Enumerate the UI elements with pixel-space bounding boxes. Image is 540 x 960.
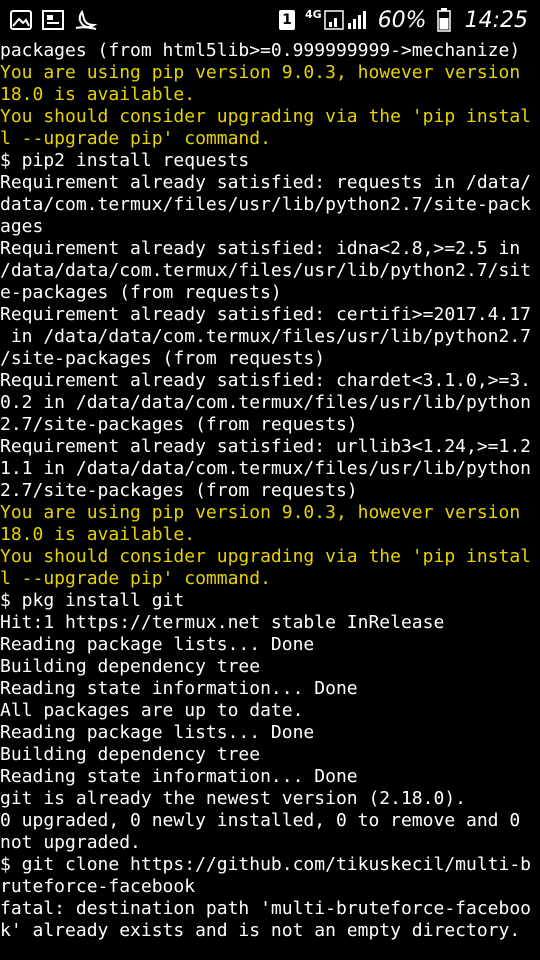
clock: 14:25 — [464, 7, 528, 33]
terminal-warning-line: You should consider upgrading via the 'p… — [0, 546, 532, 567]
terminal-line: Hit:1 https://termux.net stable InReleas… — [0, 612, 445, 633]
terminal-line: git is already the newest version (2.18.… — [0, 788, 466, 809]
battery-percent: 60% — [377, 7, 427, 33]
terminal-line: 1.1 in /data/data/com.termux/files/usr/l… — [0, 458, 532, 479]
terminal-line: data/com.termux/files/usr/lib/python2.7/… — [0, 194, 532, 215]
terminal-line: ruteforce-facebook — [0, 876, 196, 897]
terminal-line: $ git clone https://github.com/tikuskeci… — [0, 854, 532, 875]
terminal-warning-line: You are using pip version 9.0.3, however… — [0, 502, 521, 523]
terminal-line: 0.2 in /data/data/com.termux/files/usr/l… — [0, 392, 532, 413]
status-bar-indicators: 1 4G 60% 14:25 — [279, 8, 528, 33]
terminal-line: /site-packages (from requests) — [0, 348, 326, 369]
status-bar: 1 4G 60% 14:25 — [0, 0, 540, 40]
terminal-line: All packages are up to date. — [0, 700, 304, 721]
signal-icon: 4G — [305, 9, 368, 31]
terminal-line: in /data/data/com.termux/files/usr/lib/p… — [0, 326, 532, 347]
terminal-output[interactable]: packages (from html5lib>=0.999999999->me… — [0, 40, 540, 960]
gallery-icon — [42, 10, 64, 30]
terminal-line: Requirement already satisfied: urllib3<1… — [0, 436, 532, 457]
terminal-line: packages (from html5lib>=0.999999999->me… — [0, 40, 521, 61]
terminal-line: not upgraded. — [0, 832, 141, 853]
terminal-warning-line: 18.0 is available. — [0, 84, 196, 105]
terminal-line: Requirement already satisfied: idna<2.8,… — [0, 238, 521, 259]
image-icon — [10, 10, 32, 30]
terminal-line: Requirement already satisfied: certifi>=… — [0, 304, 532, 325]
terminal-line: e-packages (from requests) — [0, 282, 282, 303]
terminal-line: 2.7/site-packages (from requests) — [0, 480, 358, 501]
terminal-warning-line: l --upgrade pip' command. — [0, 128, 271, 149]
terminal-line: Reading package lists... Done — [0, 722, 315, 743]
terminal-line: k' already exists and is not an empty di… — [0, 920, 521, 941]
night-mode-icon — [74, 9, 98, 31]
terminal-line: fatal: destination path 'multi-bruteforc… — [0, 898, 532, 919]
terminal-line: Reading state information... Done — [0, 678, 358, 699]
terminal-warning-line: You are using pip version 9.0.3, however… — [0, 62, 521, 83]
terminal-warning-line: You should consider upgrading via the 'p… — [0, 106, 532, 127]
terminal-line: /data/data/com.termux/files/usr/lib/pyth… — [0, 260, 532, 281]
terminal-line: 2.7/site-packages (from requests) — [0, 414, 358, 435]
terminal-line: Building dependency tree — [0, 744, 261, 765]
terminal-warning-line: l --upgrade pip' command. — [0, 568, 271, 589]
terminal-line: Requirement already satisfied: requests … — [0, 172, 532, 193]
terminal-line: $ pip2 install requests — [0, 150, 250, 171]
sim-icon: 1 — [279, 10, 295, 30]
terminal-line: $ pkg install git — [0, 590, 185, 611]
terminal-line: Requirement already satisfied: chardet<3… — [0, 370, 532, 391]
terminal-line: 0 upgraded, 0 newly installed, 0 to remo… — [0, 810, 521, 831]
terminal-line: Reading state information... Done — [0, 766, 358, 787]
terminal-warning-line: 18.0 is available. — [0, 524, 196, 545]
battery-icon — [436, 8, 451, 32]
terminal-line: Building dependency tree — [0, 656, 261, 677]
terminal-line: Reading package lists... Done — [0, 634, 315, 655]
network-type-label: 4G — [305, 8, 322, 21]
terminal-line: ages — [0, 216, 44, 237]
status-bar-notifications — [10, 9, 98, 31]
